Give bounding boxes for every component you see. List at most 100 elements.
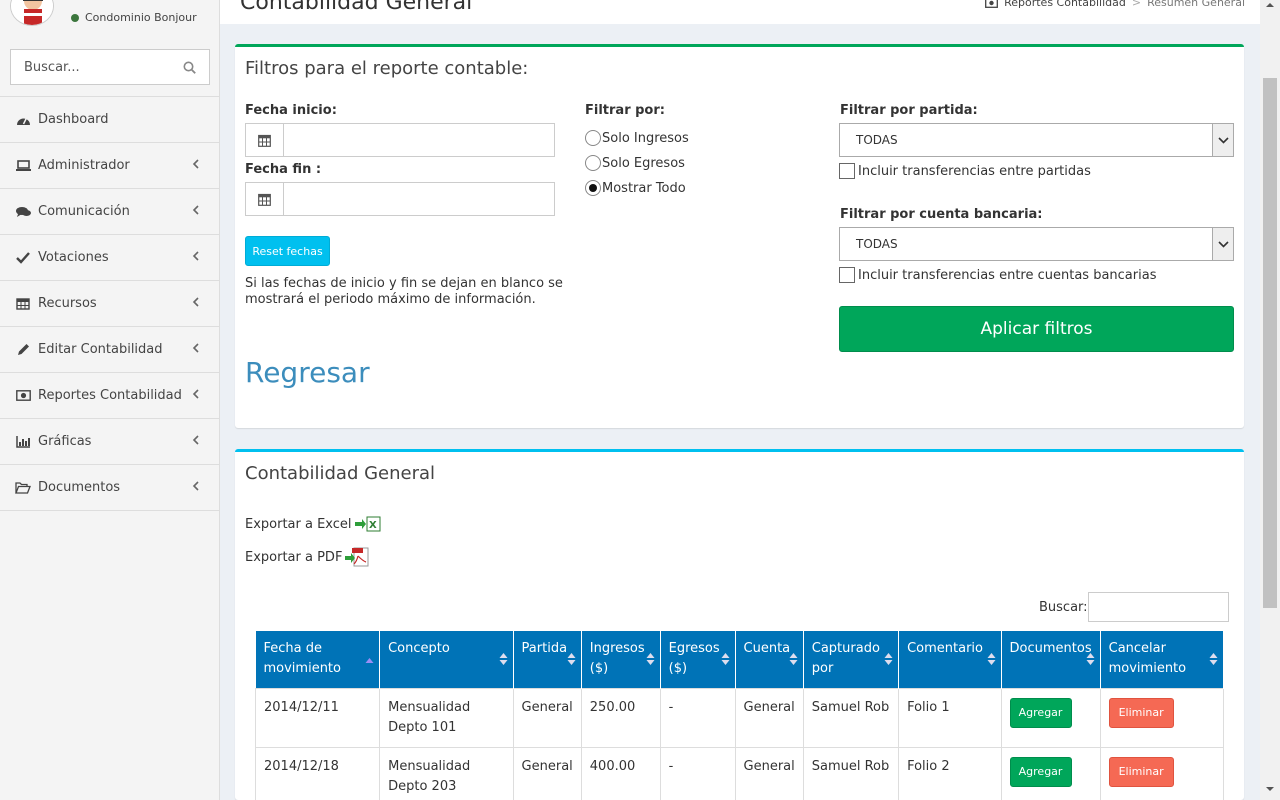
delete-movement-button[interactable]: Eliminar — [1108, 756, 1174, 787]
sidebar-item-dashboard[interactable]: Dashboard — [0, 97, 220, 143]
cell-partida: General — [512, 746, 582, 800]
sort-icon — [789, 653, 798, 665]
radio-mostrar-todo[interactable]: Mostrar Todo — [585, 180, 686, 196]
money-icon — [15, 389, 31, 403]
page-scrollbar[interactable] — [1260, 0, 1280, 800]
sort-icon — [499, 653, 508, 665]
cuenta-transfer-check[interactable]: Incluir transferencias entre cuentas ban… — [839, 267, 1156, 283]
svg-text:X: X — [369, 520, 377, 531]
apply-filters-button[interactable]: Aplicar filtros — [839, 306, 1234, 352]
export-pdf-label: Exportar a PDF — [245, 549, 343, 565]
fecha-fin-input[interactable] — [284, 183, 554, 215]
user-name: Condominio Bonjour — [85, 11, 197, 24]
sidebar-item-comunicacion[interactable]: Comunicación — [0, 189, 220, 235]
cell-concepto: Mensualidad Depto 101 — [379, 687, 514, 748]
fecha-inicio-label: Fecha inicio: — [245, 103, 337, 118]
fecha-inicio-group — [245, 123, 555, 157]
column-header[interactable]: Capturado por — [803, 631, 900, 688]
sort-icon — [987, 653, 996, 665]
add-document-button[interactable]: Agregar — [1009, 756, 1072, 787]
delete-movement-button[interactable]: Eliminar — [1108, 697, 1174, 728]
export-excel-label: Exportar a Excel — [245, 516, 352, 532]
table-header-row: Fecha de movimiento Concepto Partida Ing… — [255, 631, 1225, 688]
scroll-up-icon[interactable] — [1265, 0, 1275, 10]
sort-icon — [721, 653, 730, 665]
fecha-fin-group — [245, 182, 555, 216]
column-header[interactable]: Comentario — [898, 631, 1002, 688]
reset-dates-button[interactable]: Reset fechas — [245, 236, 330, 266]
chevron-down-icon[interactable] — [1212, 228, 1233, 260]
sidebar-item-documentos[interactable]: Documentos — [0, 465, 220, 511]
radio-button-selected[interactable] — [585, 180, 601, 196]
folder-open-icon — [15, 481, 31, 495]
calendar-icon[interactable] — [246, 124, 284, 156]
sidebar-item-votaciones[interactable]: Votaciones — [0, 235, 220, 281]
cell-ingresos: 400.00 — [580, 746, 661, 800]
radio-solo-egresos[interactable]: Solo Egresos — [585, 155, 685, 171]
column-header[interactable]: Concepto — [379, 631, 514, 688]
add-document-button[interactable]: Agregar — [1009, 697, 1072, 728]
table-search-input[interactable] — [1087, 592, 1229, 622]
dashboard-icon — [15, 113, 31, 127]
column-header[interactable]: Cuenta — [735, 631, 804, 688]
money-icon — [985, 0, 999, 8]
partida-transfer-check[interactable]: Incluir transferencias entre partidas — [839, 163, 1091, 179]
sidebar-item-recursos[interactable]: Recursos — [0, 281, 220, 327]
sidebar-item-administrador[interactable]: Administrador — [0, 143, 220, 189]
radio-label: Solo Ingresos — [602, 130, 689, 146]
cell-fecha: 2014/12/11 — [254, 687, 381, 748]
sidebar-item-label: Reportes Contabilidad — [38, 388, 182, 403]
sidebar-item-graficas[interactable]: Gráficas — [0, 419, 220, 465]
column-header[interactable]: Ingresos ($) — [581, 631, 661, 688]
checkbox[interactable] — [839, 163, 855, 179]
sidebar: Condominio Bonjour Dashboard Administrad… — [0, 0, 220, 800]
search-icon[interactable] — [183, 61, 196, 74]
column-header[interactable]: Cancelar movimiento — [1100, 631, 1225, 688]
chevron-left-icon — [192, 481, 199, 491]
cell-comentario: Folio 1 — [898, 687, 1002, 748]
export-excel-link[interactable]: Exportar a Excel X — [245, 516, 381, 532]
chevron-down-icon[interactable] — [1212, 124, 1233, 156]
bar-chart-icon — [15, 435, 31, 449]
radio-solo-ingresos[interactable]: Solo Ingresos — [585, 130, 689, 146]
sidebar-search-input[interactable] — [11, 50, 171, 84]
sidebar-item-editar-contabilidad[interactable]: Editar Contabilidad — [0, 327, 220, 373]
partida-select[interactable]: TODAS — [839, 123, 1234, 157]
checkbox-label: Incluir transferencias entre partidas — [858, 163, 1091, 179]
comments-icon — [15, 205, 31, 219]
checkbox[interactable] — [839, 267, 855, 283]
breadcrumb-link[interactable]: Reportes Contabilidad — [1004, 0, 1126, 9]
scroll-thumb[interactable] — [1263, 78, 1277, 608]
filtrar-por-label: Filtrar por: — [585, 103, 665, 118]
back-link[interactable]: Regresar — [245, 356, 370, 389]
radio-button[interactable] — [585, 155, 601, 171]
filters-box: Filtros para el reporte contable: Fecha … — [235, 44, 1244, 428]
sidebar-item-reportes-contabilidad[interactable]: Reportes Contabilidad — [0, 373, 220, 419]
export-pdf-link[interactable]: Exportar a PDF — [245, 547, 371, 567]
movements-table: Fecha de movimiento Concepto Partida Ing… — [254, 631, 1225, 800]
column-header[interactable]: Fecha de movimiento — [255, 631, 381, 688]
fecha-inicio-input[interactable] — [284, 124, 554, 156]
sort-icon — [1209, 653, 1218, 665]
scroll-down-icon[interactable] — [1265, 784, 1275, 794]
chevron-left-icon — [192, 251, 199, 261]
pencil-icon — [15, 343, 31, 357]
partida-selected-value: TODAS — [856, 133, 898, 147]
calendar-icon[interactable] — [246, 183, 284, 215]
sort-icon — [884, 653, 893, 665]
cell-egresos: - — [659, 746, 736, 800]
avatar[interactable] — [10, 0, 54, 26]
sidebar-item-label: Administrador — [38, 158, 130, 173]
sidebar-item-label: Votaciones — [38, 250, 109, 265]
checkbox-label: Incluir transferencias entre cuentas ban… — [858, 267, 1157, 283]
online-status-icon — [71, 14, 79, 22]
column-header[interactable]: Documentos — [1001, 631, 1101, 688]
cell-partida: General — [512, 687, 582, 748]
column-header[interactable]: Partida — [513, 631, 582, 688]
cuenta-select[interactable]: TODAS — [839, 227, 1234, 261]
column-header[interactable]: Egresos ($) — [660, 631, 736, 688]
radio-button[interactable] — [585, 130, 601, 146]
help-text-line: Si las fechas de inicio y fin se dejan e… — [245, 276, 563, 291]
cell-comentario: Folio 2 — [898, 746, 1002, 800]
check-icon — [15, 251, 31, 265]
